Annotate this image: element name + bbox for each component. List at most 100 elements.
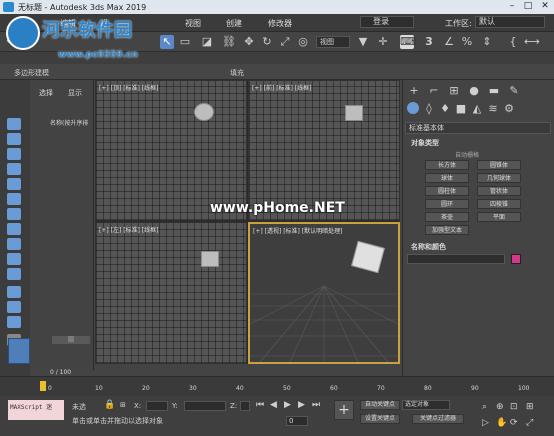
filter-selected-icon[interactable] [7, 316, 21, 328]
menu-views[interactable]: 视图 [185, 18, 201, 29]
zoom-all-icon[interactable]: ⊕ [496, 402, 504, 412]
systems-category-icon[interactable]: ⚙ [503, 102, 515, 116]
spinner-snap-icon[interactable]: ⇕ [480, 35, 494, 49]
menu-create[interactable]: 创建 [226, 18, 242, 29]
y-coord-field[interactable] [184, 401, 226, 411]
select-region-icon[interactable]: ▭ [178, 35, 192, 49]
helpers-category-icon[interactable]: ◭ [471, 102, 483, 116]
menu-modifiers[interactable]: 修改器 [268, 18, 292, 29]
snap-toggle-icon[interactable]: 3 [422, 35, 436, 49]
pivot-icon[interactable]: ▼ [356, 35, 370, 49]
maximize-button[interactable]: □ [520, 1, 536, 13]
viewport-front-label[interactable]: [+] [前] [标准] [线框] [252, 83, 311, 92]
explorer-scrollbar[interactable]: ||| [52, 336, 90, 344]
percent-snap-icon[interactable]: % [460, 35, 474, 49]
lock-icon[interactable]: 🔒 [104, 400, 115, 410]
motion-tab-icon[interactable]: ● [467, 84, 481, 98]
prev-frame-icon[interactable]: ◀ [270, 400, 277, 410]
time-slider-handle[interactable] [40, 381, 46, 391]
lights-category-icon[interactable]: ♦ [439, 102, 451, 116]
object-color-swatch[interactable] [511, 254, 521, 264]
close-button[interactable]: ✕ [537, 1, 553, 13]
viewport-layout-icon[interactable] [8, 338, 30, 364]
scale-icon[interactable]: ⤢ [278, 35, 292, 49]
filter-groups-icon[interactable] [7, 223, 21, 235]
select-link-icon[interactable]: ⛓ [222, 35, 236, 49]
minimize-button[interactable]: – [504, 1, 520, 13]
orbit-icon[interactable]: ⟳ [510, 418, 518, 428]
select-window-icon[interactable]: ◪ [200, 35, 214, 49]
current-frame-field[interactable]: 0 [286, 416, 308, 426]
torus-button[interactable]: 圆环 [425, 199, 469, 209]
tab-select[interactable]: 选择 [39, 88, 53, 98]
autogrid-checkbox[interactable]: 自动栅格 [455, 150, 479, 159]
cylinder-button[interactable]: 圆柱体 [425, 186, 469, 196]
cone-button[interactable]: 圆锥体 [477, 160, 521, 170]
viewport-perspective-label[interactable]: [+] [透视] [标准] [默认明暗处理] [253, 226, 342, 235]
filter-lights-icon[interactable] [7, 163, 21, 175]
set-key-button[interactable]: 设置关键点 [360, 414, 400, 424]
placement-icon[interactable]: ◎ [296, 35, 310, 49]
viewport-perspective[interactable]: [+] [透视] [标准] [默认明暗处理] [248, 222, 400, 364]
box-button[interactable]: 长方体 [425, 160, 469, 170]
filter-frozen-icon[interactable] [7, 286, 21, 298]
maxscript-listener[interactable]: MAXScript 迷 [8, 400, 64, 420]
rollout-name-color[interactable]: 名称和颜色 [411, 242, 446, 252]
filter-containers-icon[interactable] [7, 268, 21, 280]
viewport-top-label[interactable]: [+] [顶] [标准] [线框] [99, 83, 158, 92]
filter-bones-icon[interactable] [7, 253, 21, 265]
tube-button[interactable]: 管状体 [477, 186, 521, 196]
create-tab-icon[interactable]: + [407, 84, 421, 98]
rotate-icon[interactable]: ↻ [260, 35, 274, 49]
named-selection-icon[interactable]: { [506, 35, 520, 49]
plane-button[interactable]: 平面 [477, 212, 521, 222]
select-tool-icon[interactable]: ↖ [160, 35, 174, 49]
shapes-category-icon[interactable]: ◊ [423, 102, 435, 116]
tab-display[interactable]: 显示 [68, 88, 82, 98]
select-manipulate-icon[interactable]: ✛ [376, 35, 390, 49]
zoom-extents-icon[interactable]: ⊡ [510, 402, 518, 412]
display-tab-icon[interactable]: ▬ [487, 84, 501, 98]
auto-key-button[interactable]: 自动关键点 [360, 400, 400, 410]
filter-spacewarps-icon[interactable] [7, 208, 21, 220]
key-mode-dropdown[interactable]: 选定对象 [402, 400, 450, 410]
keyboard-shortcut-icon[interactable]: ⌨ [400, 35, 416, 49]
signin-dropdown[interactable]: 登录 [360, 16, 414, 28]
filter-helpers-icon[interactable] [7, 193, 21, 205]
filter-hidden-icon[interactable] [7, 301, 21, 313]
hierarchy-tab-icon[interactable]: ⊞ [447, 84, 461, 98]
filter-geometry-icon[interactable] [7, 133, 21, 145]
x-coord-field[interactable] [146, 401, 168, 411]
filter-shapes-icon[interactable] [7, 148, 21, 160]
zoom-extents-all-icon[interactable]: ⊞ [526, 402, 534, 412]
column-name-header[interactable]: 名称(按升序排 [50, 118, 88, 127]
ribbon-fill-label[interactable]: 填充 [230, 68, 244, 78]
utilities-tab-icon[interactable]: ✎ [507, 84, 521, 98]
modify-tab-icon[interactable]: ⌐ [427, 84, 441, 98]
mirror-icon[interactable]: ⟷ [524, 35, 540, 49]
reference-coord-dropdown[interactable]: 视图 [316, 36, 350, 48]
frame-counter[interactable]: 0 / 100 [50, 369, 71, 376]
add-time-tag-icon[interactable]: + [334, 400, 354, 420]
pyramid-button[interactable]: 四棱锥 [477, 199, 521, 209]
spacewarps-category-icon[interactable]: ≋ [487, 102, 499, 116]
zoom-icon[interactable]: ⌕ [482, 402, 487, 412]
textplus-button[interactable]: 加强型文本 [425, 225, 469, 235]
filter-cameras-icon[interactable] [7, 178, 21, 190]
transform-mode-icon[interactable]: ⊞ [120, 401, 126, 409]
timeline-ruler[interactable]: 0 10 20 30 40 50 60 70 80 90 100 [48, 380, 529, 394]
pan-icon[interactable]: ✋ [496, 418, 507, 428]
sphere-button[interactable]: 球体 [425, 173, 469, 183]
rollout-object-type[interactable]: 对象类型 [411, 138, 439, 148]
move-icon[interactable]: ✥ [242, 35, 256, 49]
filter-xrefs-icon[interactable] [7, 238, 21, 250]
play-icon[interactable]: ▶ [284, 400, 291, 410]
viewport-left-label[interactable]: [+] [左] [标准] [线框] [99, 225, 158, 234]
fov-icon[interactable]: ▷ [482, 418, 489, 428]
filter-all-icon[interactable] [7, 118, 21, 130]
maximize-viewport-icon[interactable]: ⤢ [526, 418, 533, 428]
viewport-left[interactable]: [+] [左] [标准] [线框] [95, 222, 247, 364]
next-frame-icon[interactable]: ▶ [298, 400, 305, 410]
goto-end-icon[interactable]: ⏭ [312, 400, 320, 410]
angle-snap-icon[interactable]: ∠ [442, 35, 456, 49]
